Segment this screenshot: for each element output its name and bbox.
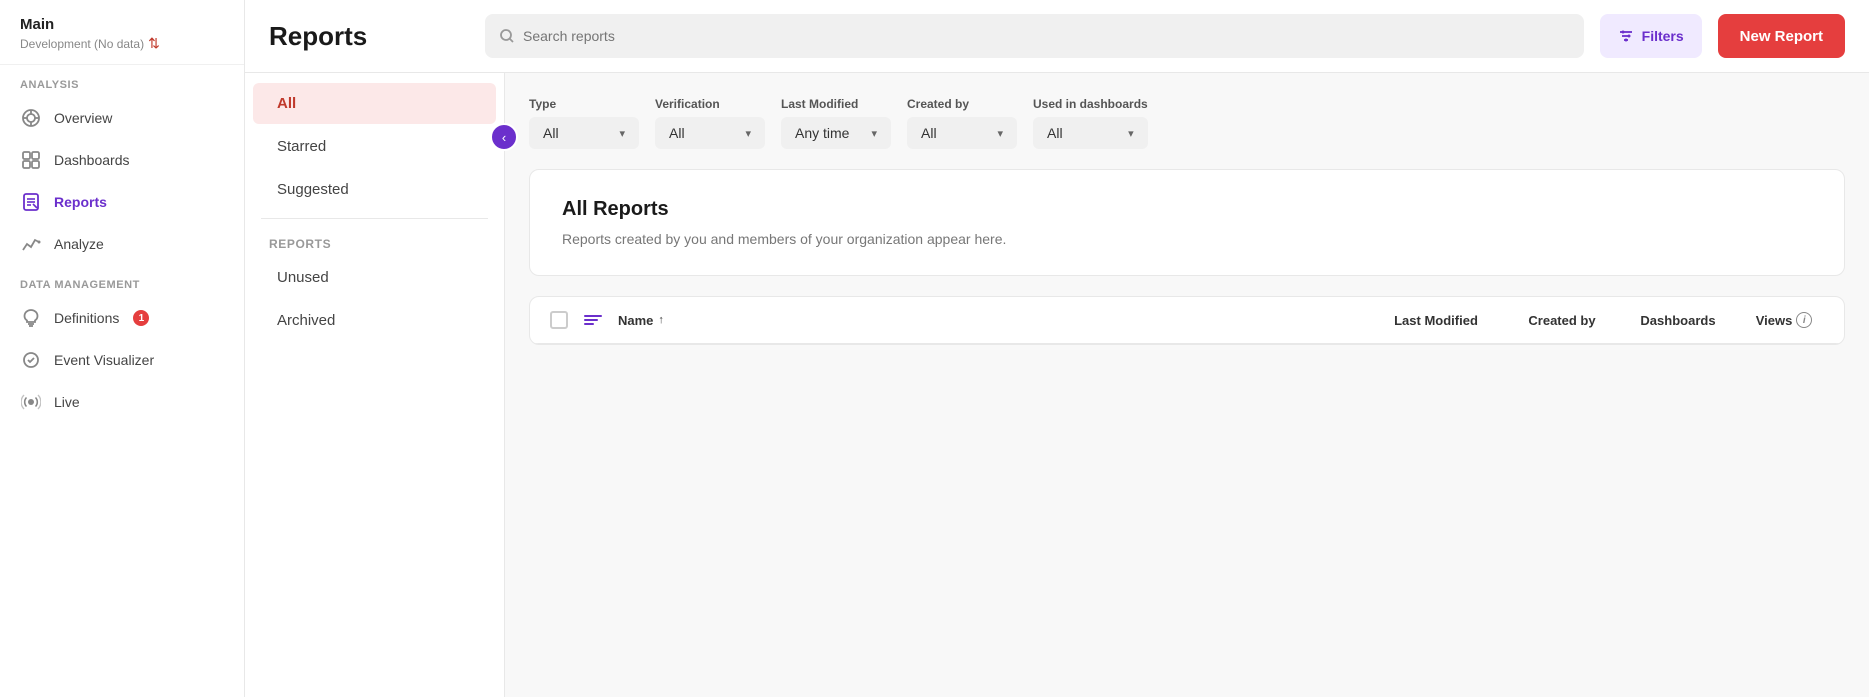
- sort-icon[interactable]: [584, 315, 602, 325]
- app-name: Main: [20, 16, 224, 33]
- filter-used-in-dashboards-select[interactable]: All ▾: [1033, 117, 1148, 149]
- filter-type: Type All ▾: [529, 97, 639, 149]
- sidebar-item-label-definitions: Definitions: [54, 310, 119, 326]
- live-icon: [20, 391, 42, 413]
- all-reports-title: All Reports: [562, 198, 1812, 221]
- filter-type-label: Type: [529, 97, 639, 111]
- filter-created-by-select[interactable]: All ▾: [907, 117, 1017, 149]
- col-last-modified[interactable]: Last Modified: [1376, 313, 1496, 328]
- filter-used-in-dashboards-label: Used in dashboards: [1033, 97, 1148, 111]
- reports-icon: [20, 191, 42, 213]
- definitions-icon: [20, 307, 42, 329]
- filter-created-by-value: All: [921, 125, 937, 141]
- new-report-button[interactable]: New Report: [1718, 14, 1845, 58]
- filter-created-by-chevron-icon: ▾: [997, 127, 1003, 140]
- filter-verification-chevron-icon: ▾: [745, 127, 751, 140]
- reports-section-label: Reports: [245, 227, 504, 255]
- select-all-checkbox[interactable]: [550, 311, 568, 329]
- search-bar[interactable]: [485, 14, 1584, 58]
- sidebar-item-reports[interactable]: Reports: [0, 181, 244, 223]
- event-visualizer-icon: [20, 349, 42, 371]
- dashboards-icon: [20, 149, 42, 171]
- sidebar-item-label-overview: Overview: [54, 110, 112, 126]
- sidebar-header: Main Development (No data) ⇅: [0, 0, 244, 65]
- analysis-section-label: Analysis: [0, 65, 244, 97]
- sidebar-item-event-visualizer[interactable]: Event Visualizer: [0, 339, 244, 381]
- filter-last-modified-chevron-icon: ▾: [871, 127, 877, 140]
- sidebar-item-label-live: Live: [54, 394, 80, 410]
- content-area: ‹ All Starred Suggested Reports Unused A…: [245, 73, 1869, 697]
- sidebar-item-analyze[interactable]: Analyze: [0, 223, 244, 265]
- search-input[interactable]: [523, 28, 1570, 44]
- left-nav-item-unused[interactable]: Unused: [253, 257, 496, 298]
- filter-used-in-dashboards: Used in dashboards All ▾: [1033, 97, 1148, 149]
- filter-type-value: All: [543, 125, 559, 141]
- filter-type-chevron-icon: ▾: [619, 127, 625, 140]
- filter-verification-value: All: [669, 125, 685, 141]
- filter-used-in-dashboards-chevron-icon: ▾: [1128, 127, 1134, 140]
- sidebar: Main Development (No data) ⇅ Analysis Ov…: [0, 0, 245, 697]
- topbar: Reports Filters: [245, 0, 1869, 73]
- collapse-button[interactable]: ‹: [490, 123, 518, 151]
- main-area: Reports Filters: [245, 0, 1869, 697]
- page-title: Reports: [269, 21, 469, 52]
- col-name[interactable]: Name ↑: [618, 313, 664, 328]
- sidebar-item-label-analyze: Analyze: [54, 236, 104, 252]
- sidebar-item-definitions[interactable]: Definitions 1: [0, 297, 244, 339]
- environment-arrows-icon[interactable]: ⇅: [148, 35, 160, 52]
- left-nav-item-archived[interactable]: Archived: [253, 300, 496, 341]
- analyze-icon: [20, 233, 42, 255]
- filters-label: Filters: [1642, 28, 1684, 44]
- all-reports-card: All Reports Reports created by you and m…: [529, 169, 1845, 276]
- filter-created-by: Created by All ▾: [907, 97, 1017, 149]
- sidebar-item-live[interactable]: Live: [0, 381, 244, 423]
- filter-last-modified: Last Modified Any time ▾: [781, 97, 891, 149]
- filter-last-modified-value: Any time: [795, 125, 849, 141]
- filter-last-modified-select[interactable]: Any time ▾: [781, 117, 891, 149]
- col-views[interactable]: Views i: [1744, 312, 1824, 328]
- filter-created-by-label: Created by: [907, 97, 1017, 111]
- app-environment: Development (No data) ⇅: [20, 35, 224, 52]
- sidebar-item-label-reports: Reports: [54, 194, 107, 210]
- left-nav-divider: [261, 218, 488, 219]
- filter-last-modified-label: Last Modified: [781, 97, 891, 111]
- filter-bar: Type All ▾ Verification All ▾ Last: [529, 97, 1845, 149]
- left-nav: ‹ All Starred Suggested Reports Unused A…: [245, 73, 505, 697]
- left-nav-item-suggested[interactable]: Suggested: [253, 169, 496, 210]
- overview-icon: [20, 107, 42, 129]
- name-sort-arrow-icon: ↑: [658, 314, 664, 326]
- col-created-by[interactable]: Created by: [1512, 313, 1612, 328]
- table-header-row: Name ↑ Last Modified Created by Dashboar…: [530, 297, 1844, 344]
- reports-table: Name ↑ Last Modified Created by Dashboar…: [529, 296, 1845, 345]
- filter-verification-select[interactable]: All ▾: [655, 117, 765, 149]
- filter-type-select[interactable]: All ▾: [529, 117, 639, 149]
- filter-verification: Verification All ▾: [655, 97, 765, 149]
- search-icon: [499, 28, 515, 44]
- filter-verification-label: Verification: [655, 97, 765, 111]
- left-nav-item-starred[interactable]: Starred: [253, 126, 496, 167]
- definitions-badge: 1: [133, 310, 149, 326]
- left-nav-item-all[interactable]: All: [253, 83, 496, 124]
- sidebar-item-label-event-visualizer: Event Visualizer: [54, 352, 154, 368]
- filters-icon: [1618, 28, 1634, 44]
- all-reports-description: Reports created by you and members of yo…: [562, 231, 1812, 247]
- sidebar-item-overview[interactable]: Overview: [0, 97, 244, 139]
- right-panel: Type All ▾ Verification All ▾ Last: [505, 73, 1869, 697]
- data-management-section-label: Data Management: [0, 265, 244, 297]
- views-info-icon[interactable]: i: [1796, 312, 1812, 328]
- filter-used-in-dashboards-value: All: [1047, 125, 1063, 141]
- sidebar-item-dashboards[interactable]: Dashboards: [0, 139, 244, 181]
- sidebar-item-label-dashboards: Dashboards: [54, 152, 130, 168]
- filters-button[interactable]: Filters: [1600, 14, 1702, 58]
- col-dashboards[interactable]: Dashboards: [1628, 313, 1728, 328]
